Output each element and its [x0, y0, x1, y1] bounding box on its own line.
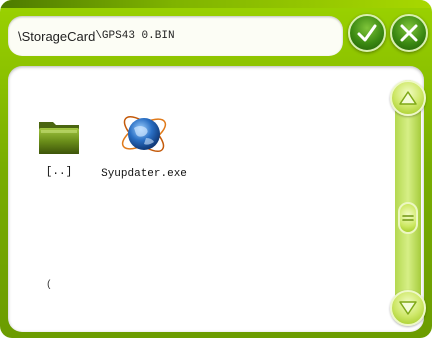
ok-button[interactable] — [348, 14, 386, 52]
globe-icon — [121, 116, 167, 152]
x-icon — [400, 24, 418, 42]
scroll-thumb[interactable] — [398, 202, 418, 234]
file-label-syupdater: Syupdater.exe — [101, 168, 187, 180]
check-icon — [357, 24, 377, 42]
path-field[interactable]: \StorageCard \GPS43 0.BIN — [8, 16, 343, 56]
file-label-parent: [..] — [45, 166, 73, 178]
file-item-parent-folder[interactable]: [..] — [34, 114, 84, 178]
file-list-panel: [..] Syupdater.exe ( — [8, 66, 424, 332]
top-decoration — [0, 0, 432, 8]
triangle-up-icon — [399, 91, 417, 105]
equals-icon — [402, 215, 414, 221]
folder-icon — [39, 122, 79, 154]
file-item-syupdater[interactable]: Syupdater.exe — [101, 108, 187, 180]
path-segment-storage: \StorageCard — [18, 28, 96, 44]
cancel-button[interactable] — [390, 14, 428, 52]
path-segment-file: \GPS43 0.BIN — [95, 30, 175, 42]
file-browser-window: \StorageCard \GPS43 0.BIN [..] Syupdater… — [0, 0, 432, 338]
triangle-down-icon — [399, 301, 417, 315]
scroll-up-button[interactable] — [390, 80, 426, 116]
stray-character: ( — [46, 280, 53, 291]
scroll-down-button[interactable] — [390, 290, 426, 326]
